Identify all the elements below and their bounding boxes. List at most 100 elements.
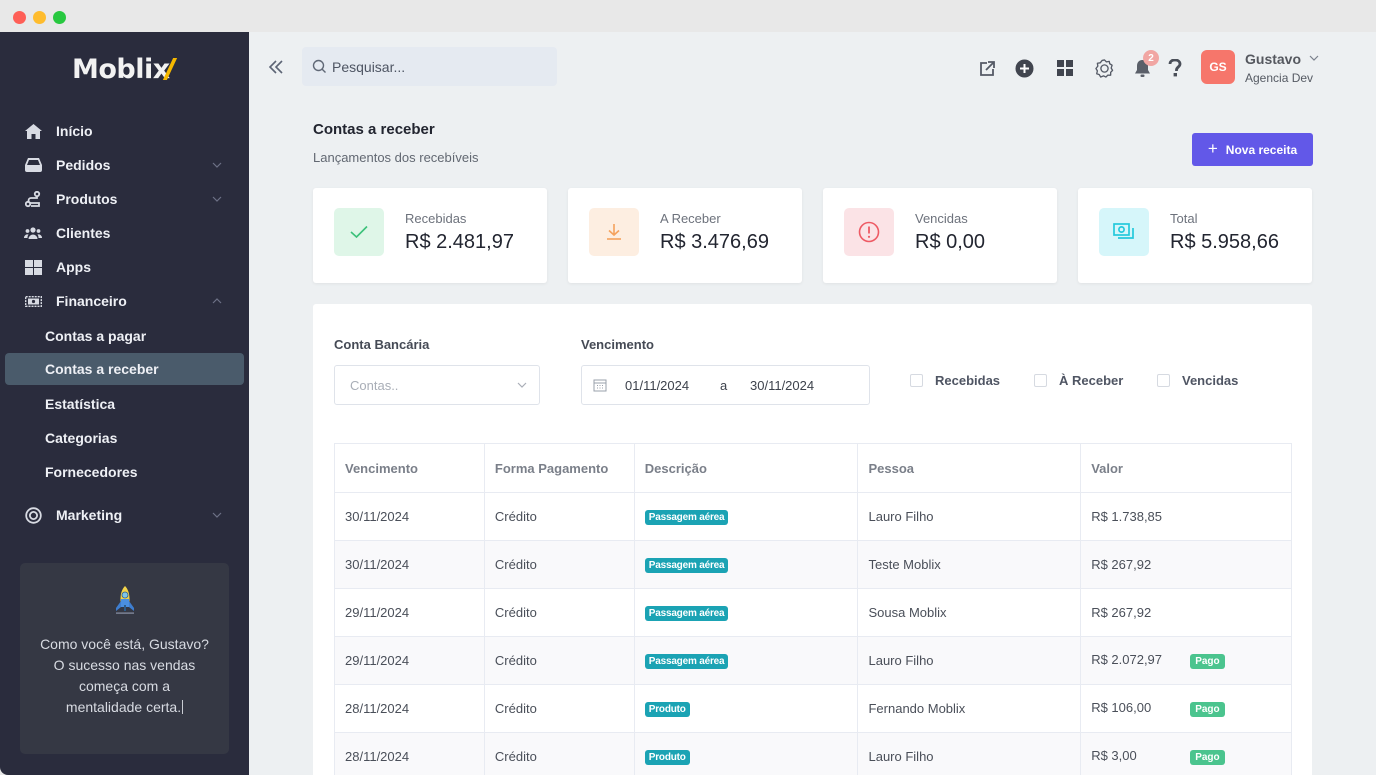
sidebar-item-pedidos[interactable]: Pedidos xyxy=(0,150,249,180)
sidebar-item-produtos[interactable]: Produtos xyxy=(0,184,249,214)
sidebar-subitem-contas-a-pagar[interactable]: Contas a pagar xyxy=(5,320,244,352)
gear-icon[interactable] xyxy=(1094,58,1114,78)
stat-label: Recebidas xyxy=(405,211,467,226)
cell-due-date: 30/11/2024 xyxy=(334,492,485,541)
checkbox[interactable] xyxy=(1034,374,1047,387)
motivation-card: Como você está, Gustavo? O sucesso nas v… xyxy=(20,563,229,754)
sidebar-item-label: Marketing xyxy=(56,507,123,523)
cell-value: R$ 267,92 xyxy=(1080,588,1292,637)
column-header-forma-pagamento[interactable]: Forma Pagamento xyxy=(483,443,635,493)
cell-payment-method: Crédito xyxy=(483,492,635,541)
table-row[interactable]: 29/11/2024 Crédito Passagem aérea Sousa Mob… xyxy=(334,588,1292,637)
sidebar-item-apps[interactable]: Apps xyxy=(0,252,249,282)
sidebar-item-label: Financeiro xyxy=(56,293,127,309)
stat-card-recebidas: Recebidas R$ 2.481,97 xyxy=(313,188,547,283)
search-icon xyxy=(312,59,326,73)
cash-icon xyxy=(1099,208,1149,256)
status-badge: Pago xyxy=(1190,701,1225,717)
app-window: Moblix Início Pedidos Produtos Clientes … xyxy=(0,0,1376,775)
chevron-down-icon xyxy=(212,162,222,168)
stat-label: A Receber xyxy=(660,211,721,226)
checkbox[interactable] xyxy=(1157,374,1170,387)
sidebar-subitem-categorias[interactable]: Categorias xyxy=(5,422,244,454)
motivation-line: começa com a xyxy=(78,678,171,694)
cell-description: Passagem aérea xyxy=(633,492,859,541)
notification-badge: 2 xyxy=(1143,50,1159,66)
sidebar-item-clientes[interactable]: Clientes xyxy=(0,218,249,248)
bank-account-placeholder: Contas.. xyxy=(350,378,399,393)
description-tag: Passagem aérea xyxy=(644,654,729,669)
filter-checkbox-recebidas[interactable]: Recebidas xyxy=(910,373,1000,388)
filter-checkbox-a-receber[interactable]: À Receber xyxy=(1034,373,1123,388)
description-tag: Passagem aérea xyxy=(644,558,729,573)
status-badge: Pago xyxy=(1190,653,1225,669)
date-from-input[interactable]: 01/11/2024 xyxy=(625,378,689,393)
cell-description: Passagem aérea xyxy=(633,636,859,685)
sidebar-subitem-contas-a-receber[interactable]: Contas a receber xyxy=(5,353,244,385)
value-text: R$ 2.072,97 xyxy=(1091,652,1163,668)
new-income-button-label: Nova receita xyxy=(1225,142,1298,157)
sidebar-item-financeiro[interactable]: Financeiro xyxy=(0,286,249,316)
column-header-vencimento[interactable]: Vencimento xyxy=(334,443,485,493)
table-row[interactable]: 30/11/2024 Crédito Passagem aérea Lauro Fil… xyxy=(334,492,1292,541)
search-input[interactable] xyxy=(332,47,547,86)
logo-x: x xyxy=(152,54,170,85)
column-header-descricao[interactable]: Descrição xyxy=(633,443,859,493)
sidebar-item-inicio[interactable]: Início xyxy=(0,116,249,146)
plus-icon: + xyxy=(1207,139,1218,158)
user-name[interactable]: Gustavo xyxy=(1245,51,1301,67)
cell-description: Produto xyxy=(633,684,859,733)
sidebar-subitem-label: Contas a pagar xyxy=(45,328,147,344)
title-bar xyxy=(0,0,1376,32)
column-header-valor[interactable]: Valor xyxy=(1080,443,1292,493)
cell-description: Passagem aérea xyxy=(633,540,859,589)
close-window-button[interactable] xyxy=(13,11,26,24)
date-to-input[interactable]: 30/11/2024 xyxy=(750,378,814,393)
table-row[interactable]: 28/11/2024 Crédito Produto Fernando Moblix R… xyxy=(334,684,1292,733)
help-icon[interactable] xyxy=(1165,58,1185,78)
checkbox[interactable] xyxy=(910,374,923,387)
stat-card-a-receber: A Receber R$ 3.476,69 xyxy=(568,188,802,283)
minimize-window-button[interactable] xyxy=(33,11,46,24)
maximize-window-button[interactable] xyxy=(53,11,66,24)
sidebar-subitem-estatistica[interactable]: Estatística xyxy=(5,388,244,420)
sidebar-subitem-label: Estatística xyxy=(45,396,116,412)
sidebar-subitem-fornecedores[interactable]: Fornecedores xyxy=(5,456,244,488)
cell-due-date: 28/11/2024 xyxy=(334,732,485,775)
user-avatar[interactable]: GS xyxy=(1201,50,1235,84)
apps-grid-icon[interactable] xyxy=(1055,58,1075,78)
date-range-picker[interactable]: 01/11/2024 a 30/11/2024 xyxy=(581,365,870,405)
cell-person: Fernando Moblix xyxy=(857,684,1082,733)
status-badge: Pago xyxy=(1190,749,1225,765)
description-tag: Produto xyxy=(644,750,690,765)
table-row[interactable]: 28/11/2024 Crédito Produto Lauro Filho R$ 3,… xyxy=(334,732,1292,775)
value-text: R$ 1.738,85 xyxy=(1091,509,1163,524)
table-header-row: Vencimento Forma Pagamento Descrição Pes… xyxy=(334,443,1292,493)
stat-value: R$ 3.476,69 xyxy=(660,231,769,253)
cell-due-date: 29/11/2024 xyxy=(334,588,485,637)
cell-description: Produto xyxy=(633,732,859,775)
description-tag: Passagem aérea xyxy=(644,606,729,621)
stat-label: Total xyxy=(1170,211,1198,226)
logo[interactable]: Moblix xyxy=(72,54,170,85)
cell-value: R$ 2.072,97 Pago xyxy=(1080,636,1292,685)
page-subtitle: Lançamentos dos recebíveis xyxy=(313,150,479,165)
filter-checkbox-vencidas[interactable]: Vencidas xyxy=(1157,373,1238,388)
chevron-down-icon[interactable] xyxy=(1308,52,1320,64)
bank-account-select[interactable]: Contas.. xyxy=(334,365,540,405)
cell-person: Teste Moblix xyxy=(857,540,1082,589)
table-row[interactable]: 30/11/2024 Crédito Passagem aérea Teste Mob… xyxy=(334,540,1292,589)
plus-circle-icon[interactable] xyxy=(1014,58,1034,78)
value-text: R$ 267,92 xyxy=(1091,557,1152,572)
cell-payment-method: Crédito xyxy=(483,540,635,589)
column-header-pessoa[interactable]: Pessoa xyxy=(857,443,1082,493)
table-row[interactable]: 29/11/2024 Crédito Passagem aérea Lauro Fil… xyxy=(334,636,1292,685)
stat-value: R$ 5.958,66 xyxy=(1170,231,1279,253)
sidebar-item-marketing[interactable]: Marketing xyxy=(0,500,249,530)
motivation-line: mentalidade certa. xyxy=(20,697,229,718)
value-text: R$ 3,00 xyxy=(1091,748,1137,764)
external-link-icon[interactable] xyxy=(977,58,997,78)
motivation-line-text: mentalidade certa. xyxy=(65,699,182,715)
collapse-sidebar-icon[interactable] xyxy=(265,56,287,78)
new-income-button[interactable]: + Nova receita xyxy=(1192,133,1313,166)
